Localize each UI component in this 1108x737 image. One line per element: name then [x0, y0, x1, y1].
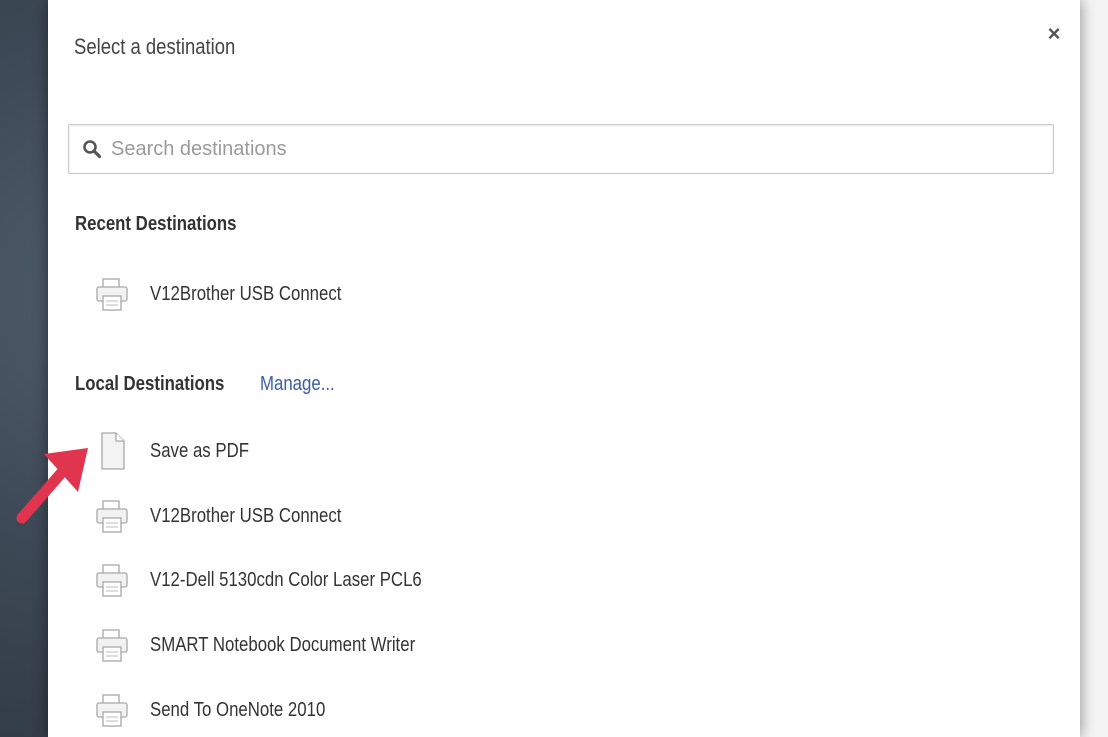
- printer-icon: [96, 629, 128, 662]
- local-destination-item[interactable]: V12-Dell 5130cdn Color Laser PCL6: [92, 556, 792, 604]
- local-destinations-heading: Local Destinations: [75, 373, 225, 395]
- printer-icon: [96, 278, 128, 311]
- search-box[interactable]: [68, 124, 1054, 174]
- close-button[interactable]: ×: [1042, 22, 1066, 46]
- printer-icon: [96, 694, 128, 727]
- local-destination-item[interactable]: Send To OneNote 2010: [92, 686, 792, 734]
- recent-destination-item[interactable]: V12Brother USB Connect: [92, 270, 792, 318]
- search-input[interactable]: [109, 128, 1053, 170]
- recent-destinations-heading: Recent Destinations: [75, 213, 237, 235]
- local-destination-item[interactable]: V12Brother USB Connect: [92, 492, 792, 540]
- destination-label: V12Brother USB Connect: [150, 282, 342, 305]
- destination-label: Save as PDF: [150, 439, 249, 462]
- destination-label: SMART Notebook Document Writer: [150, 633, 416, 656]
- destination-label: V12-Dell 5130cdn Color Laser PCL6: [150, 568, 422, 591]
- destination-label: V12Brother USB Connect: [150, 504, 342, 527]
- local-destination-item[interactable]: SMART Notebook Document Writer: [92, 621, 792, 669]
- destination-label: Send To OneNote 2010: [150, 698, 326, 721]
- dialog-title: Select a destination: [74, 34, 236, 59]
- save-as-pdf-item[interactable]: Save as PDF: [92, 427, 792, 475]
- printer-icon: [96, 564, 128, 597]
- manage-link[interactable]: Manage...: [260, 373, 335, 396]
- search-icon: [83, 140, 102, 159]
- annotation-arrow-icon: [16, 448, 88, 524]
- destination-dialog: Select a destination × Recent Destinatio…: [48, 0, 1080, 737]
